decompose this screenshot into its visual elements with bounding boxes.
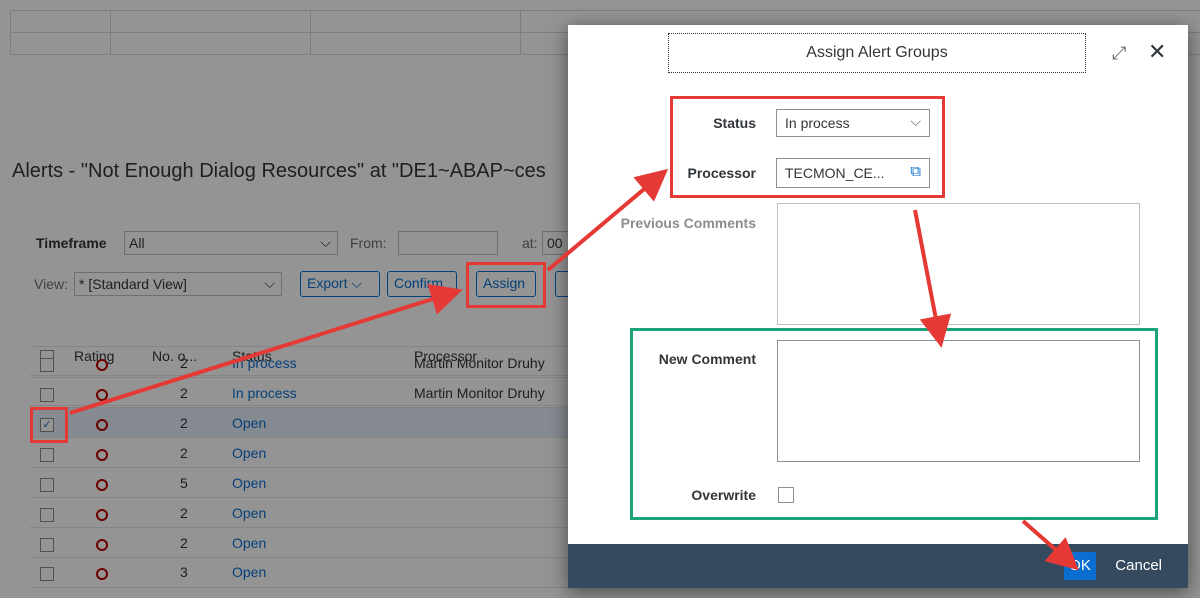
arrow-checkbox-to-assign xyxy=(69,283,463,415)
arrow-assign-to-dialog xyxy=(546,168,669,272)
arrow-processor-to-comment xyxy=(913,209,952,348)
arrow-comment-to-ok xyxy=(1021,519,1080,571)
annotation-arrows xyxy=(69,168,1080,571)
